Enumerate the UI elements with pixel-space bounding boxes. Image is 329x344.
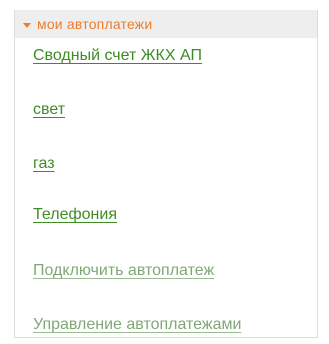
autopayment-link-telephony[interactable]: Телефония bbox=[33, 206, 117, 224]
connect-autopayment-link[interactable]: Подключить автоплатеж bbox=[33, 262, 214, 280]
autopayment-link-utilities[interactable]: Сводный счет ЖКХ АП bbox=[33, 47, 202, 65]
autopayment-link-electricity[interactable]: свет bbox=[33, 101, 65, 119]
panel-header[interactable]: мои автоплатежи bbox=[15, 10, 317, 38]
panel-title: мои автоплатежи bbox=[37, 16, 153, 32]
manage-autopayments-link[interactable]: Управление автоплатежами bbox=[33, 316, 241, 334]
my-autopayments-panel: мои автоплатежи Сводный счет ЖКХ АП свет… bbox=[14, 10, 318, 338]
autopayment-link-gas[interactable]: газ bbox=[33, 155, 55, 173]
collapse-triangle-icon[interactable] bbox=[23, 22, 31, 28]
